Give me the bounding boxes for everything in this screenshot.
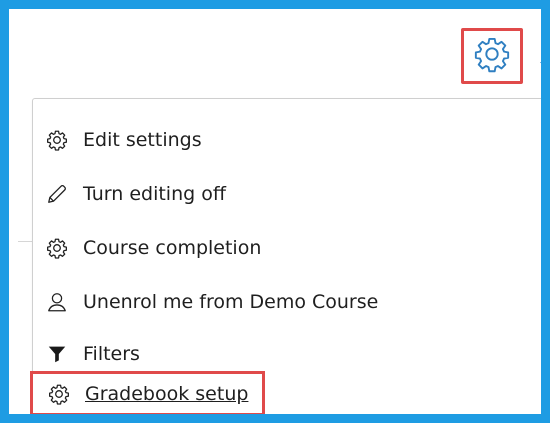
settings-menu-button[interactable] bbox=[461, 28, 523, 84]
menu-item-label: Edit settings bbox=[83, 129, 202, 151]
menu-item-unenrol[interactable]: Unenrol me from Demo Course bbox=[45, 285, 378, 319]
gear-icon bbox=[47, 382, 71, 406]
caret-down-icon[interactable] bbox=[540, 62, 541, 69]
menu-item-gradebook-setup[interactable]: Gradebook setup bbox=[30, 371, 266, 414]
filter-icon bbox=[45, 342, 69, 366]
menu-item-label: Gradebook setup bbox=[85, 382, 249, 405]
menu-item-label: Turn editing off bbox=[83, 183, 226, 205]
divider bbox=[18, 241, 32, 242]
screenshot-frame: Edit settings Turn editing off Course co… bbox=[0, 0, 550, 423]
menu-item-turn-editing-off[interactable]: Turn editing off bbox=[45, 177, 226, 211]
menu-item-edit-settings[interactable]: Edit settings bbox=[45, 123, 202, 157]
gear-icon bbox=[473, 35, 511, 77]
menu-item-label: Unenrol me from Demo Course bbox=[83, 291, 379, 313]
gear-icon bbox=[45, 128, 69, 152]
menu-item-course-completion[interactable]: Course completion bbox=[45, 231, 261, 265]
gear-icon bbox=[45, 236, 69, 260]
menu-item-filters[interactable]: Filters bbox=[45, 337, 140, 371]
pencil-icon bbox=[45, 182, 69, 206]
menu-item-label: Filters bbox=[83, 343, 140, 365]
user-icon bbox=[45, 290, 69, 314]
menu-item-label: Course completion bbox=[83, 237, 262, 259]
